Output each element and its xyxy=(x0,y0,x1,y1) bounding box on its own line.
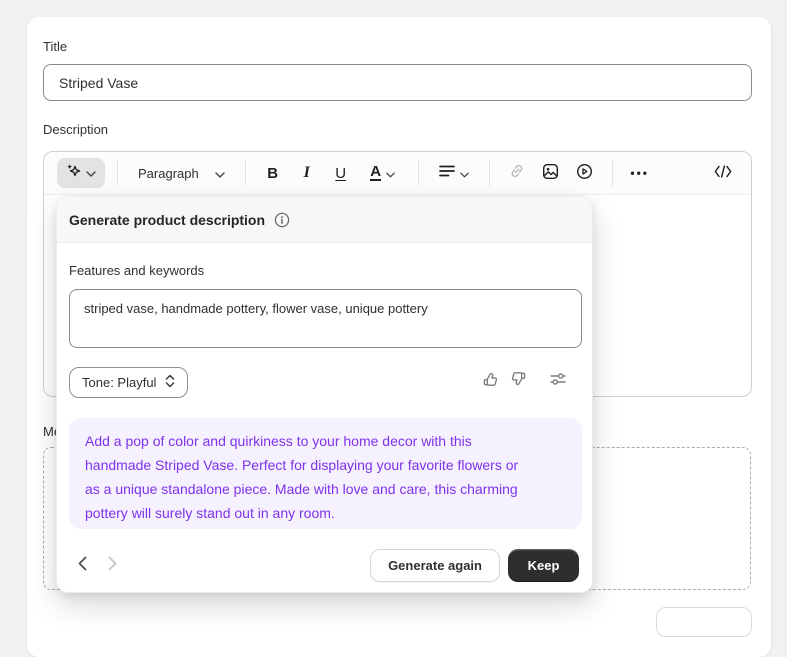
insert-video-button[interactable] xyxy=(570,159,600,187)
chevron-down-icon xyxy=(215,166,225,181)
magic-sparkle-icon xyxy=(66,163,81,183)
generate-again-button[interactable]: Generate again xyxy=(370,549,500,582)
thumbs-down-button[interactable] xyxy=(510,370,528,388)
italic-button[interactable]: I xyxy=(292,159,322,187)
tone-label: Tone: Playful xyxy=(82,375,156,390)
toolbar-divider xyxy=(489,160,490,186)
features-label: Features and keywords xyxy=(69,263,204,278)
show-html-button[interactable] xyxy=(714,165,732,181)
select-updown-icon xyxy=(165,374,175,391)
align-left-icon xyxy=(439,164,455,182)
settings-sliders-icon[interactable] xyxy=(549,370,567,388)
chevron-down-icon xyxy=(460,165,469,182)
image-icon xyxy=(542,163,559,184)
editor-toolbar: Paragraph B I U A xyxy=(44,152,751,195)
link-icon xyxy=(508,162,526,184)
text-color-button[interactable]: A xyxy=(360,159,406,187)
link-button[interactable] xyxy=(502,159,532,187)
generated-description-text: Add a pop of color and quirkiness to you… xyxy=(85,429,535,525)
description-label: Description xyxy=(43,122,108,137)
chevron-down-icon xyxy=(386,165,395,182)
paragraph-style-dropdown[interactable]: Paragraph xyxy=(130,159,233,187)
generate-description-popover: Generate product description Features an… xyxy=(56,196,593,593)
chevron-down-icon xyxy=(86,164,96,182)
previous-suggestion-button[interactable] xyxy=(74,553,90,573)
keep-button[interactable]: Keep xyxy=(508,549,579,582)
title-label: Title xyxy=(43,39,67,54)
ellipsis-icon: ••• xyxy=(630,166,649,180)
play-circle-icon xyxy=(576,163,593,184)
bold-button[interactable]: B xyxy=(258,159,288,187)
suggestion-pagination xyxy=(74,553,120,573)
thumbs-up-button[interactable] xyxy=(481,370,499,388)
paragraph-label: Paragraph xyxy=(138,166,199,181)
ai-assistant-button[interactable] xyxy=(57,158,105,188)
toolbar-divider xyxy=(117,160,118,186)
insert-image-button[interactable] xyxy=(536,159,566,187)
toolbar-divider xyxy=(612,160,613,186)
toolbar-divider xyxy=(245,160,246,186)
more-options-button[interactable]: ••• xyxy=(625,159,655,187)
cutoff-element xyxy=(656,607,752,637)
text-color-glyph: A xyxy=(370,165,381,181)
alignment-dropdown[interactable] xyxy=(431,159,477,187)
info-icon[interactable] xyxy=(273,211,291,229)
popover-header: Generate product description xyxy=(57,197,592,243)
features-input[interactable]: striped vase, handmade pottery, flower v… xyxy=(69,289,582,348)
feedback-row xyxy=(481,370,567,388)
code-icon xyxy=(714,166,732,181)
page: Title Description Paragraph B xyxy=(0,0,787,613)
toolbar-divider xyxy=(418,160,419,186)
tone-selector[interactable]: Tone: Playful xyxy=(69,367,188,398)
generated-description-box: Add a pop of color and quirkiness to you… xyxy=(69,418,582,529)
underline-button[interactable]: U xyxy=(326,159,356,187)
title-input[interactable] xyxy=(43,64,752,101)
popover-title: Generate product description xyxy=(69,212,265,228)
next-suggestion-button[interactable] xyxy=(104,553,120,573)
